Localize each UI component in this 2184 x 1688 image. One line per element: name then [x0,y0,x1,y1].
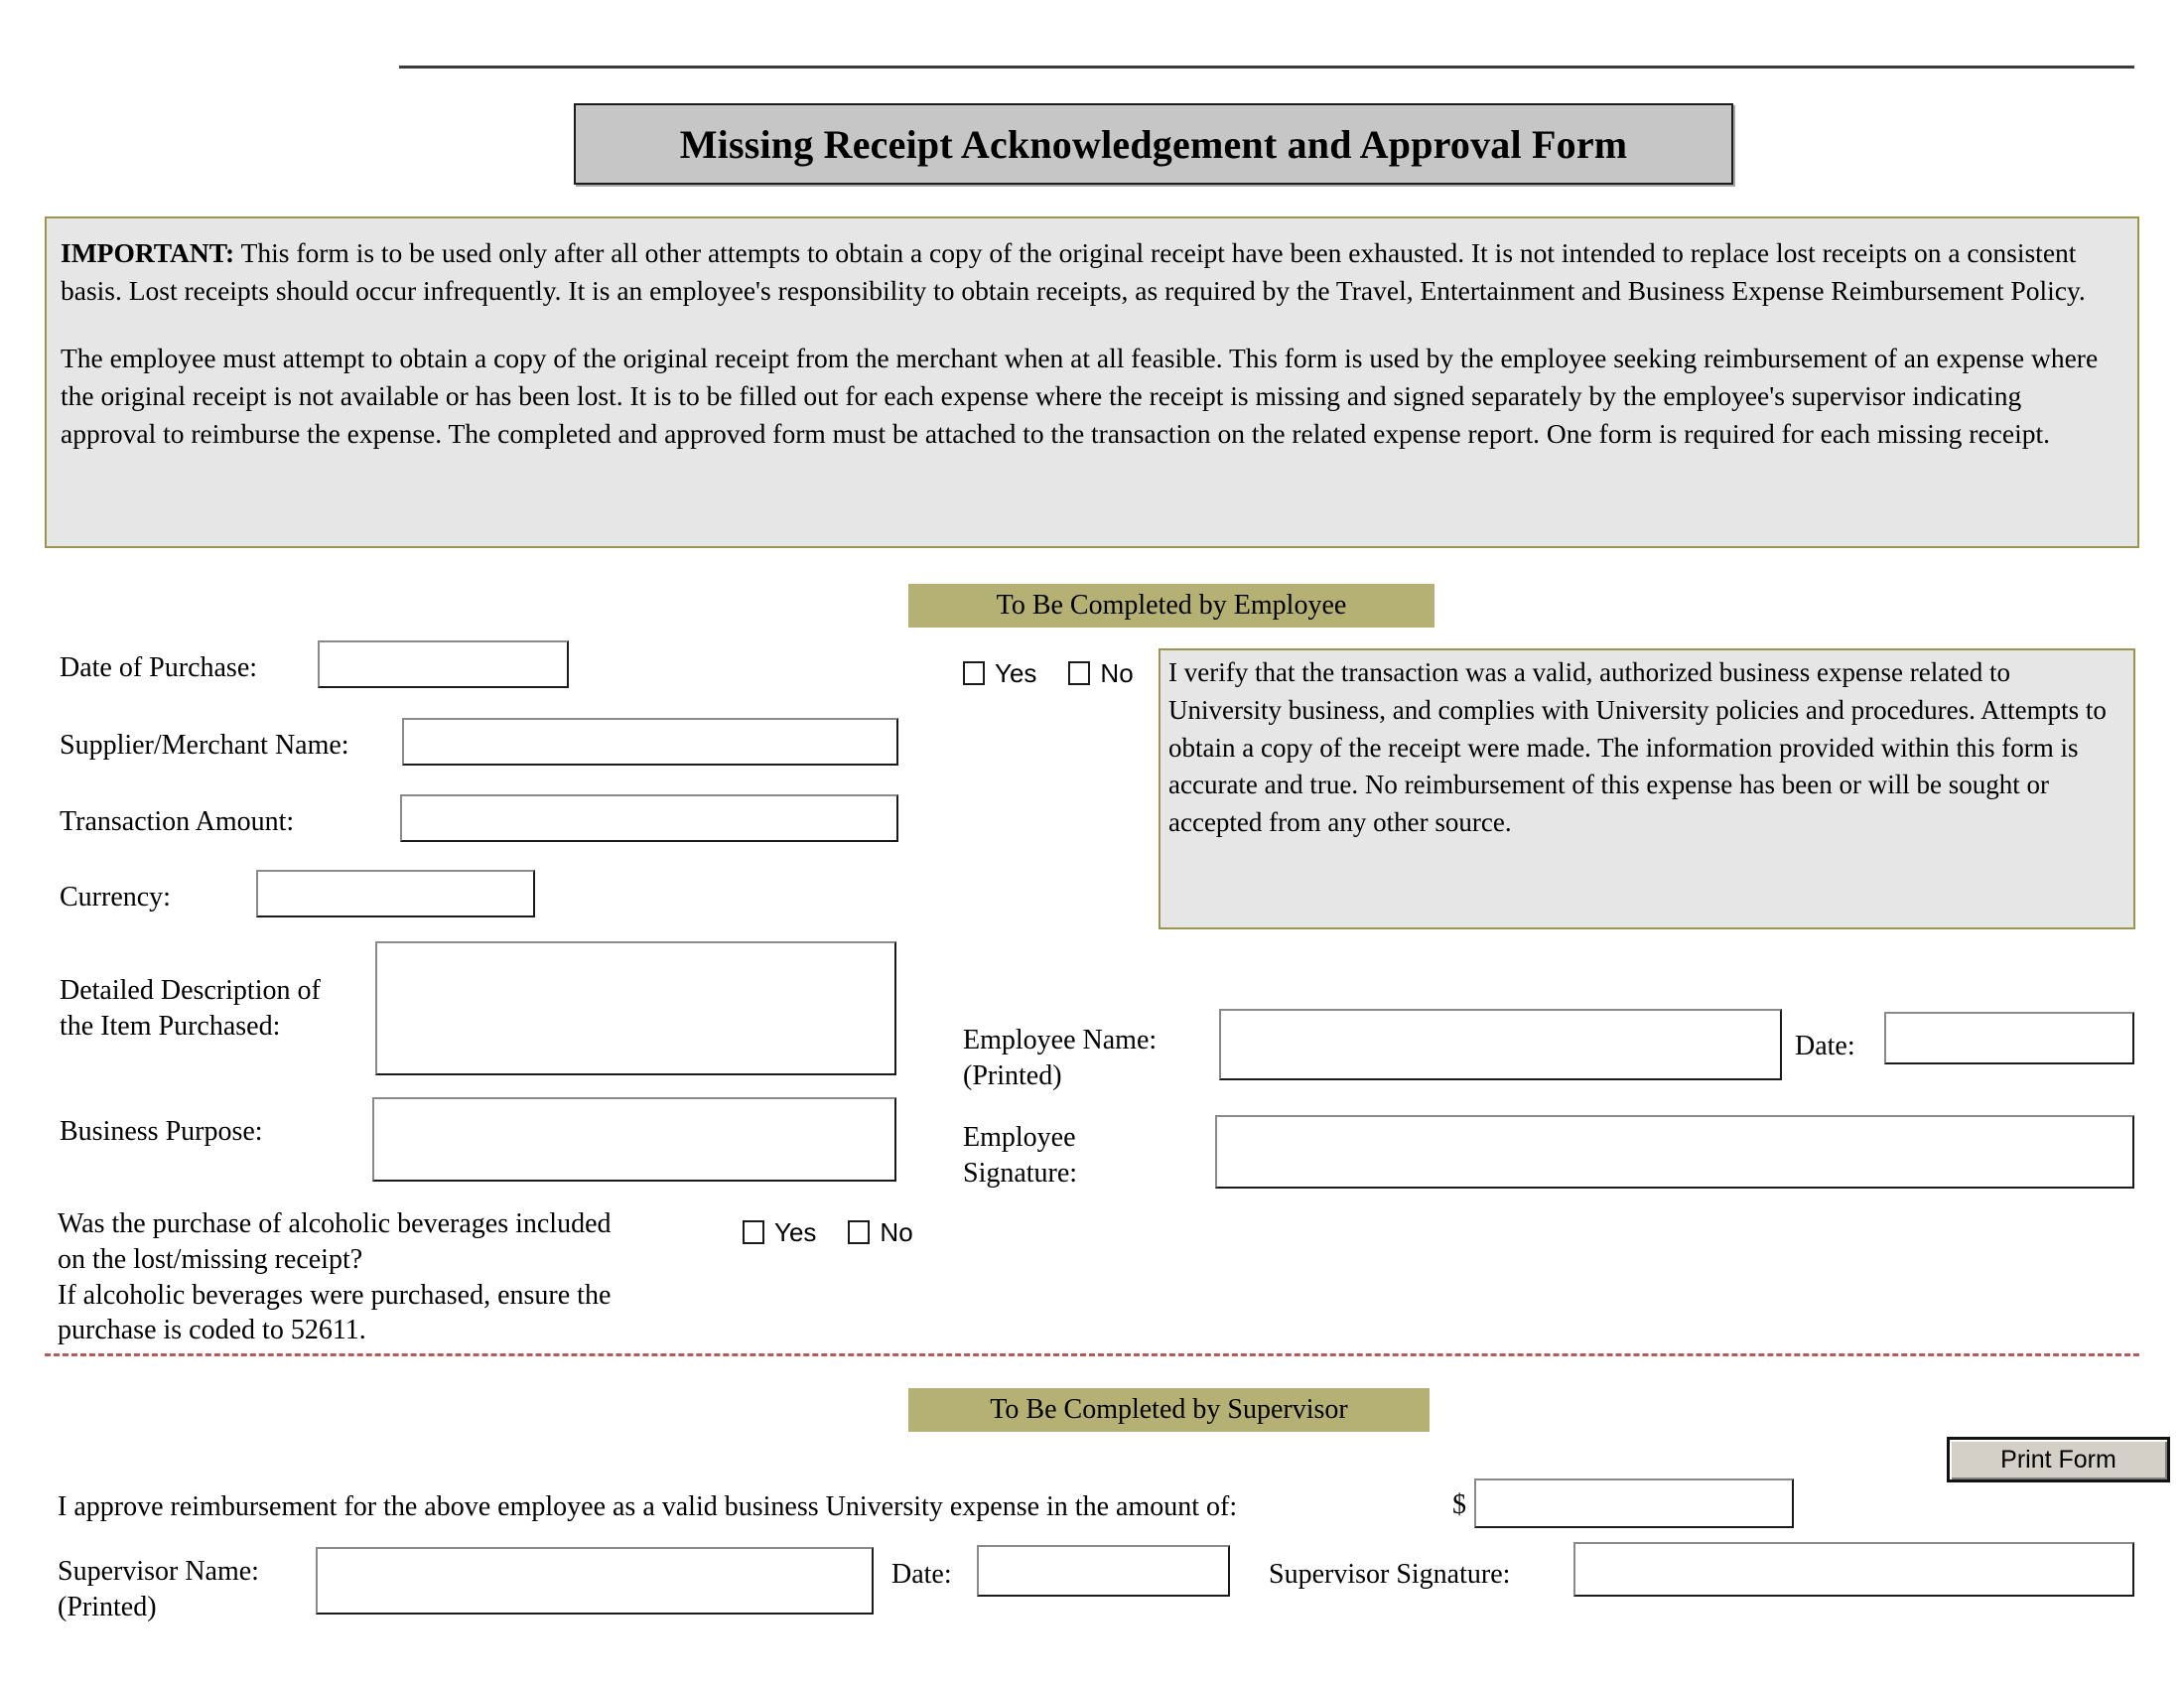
alcohol-question: Was the purchase of alcoholic beverages … [58,1206,752,1348]
employee-name-label-line2: (Printed) [963,1059,1062,1091]
section-banner-supervisor: To Be Completed by Supervisor [908,1388,1430,1432]
detailed-description-label: Detailed Description of the Item Purchas… [60,973,357,1045]
transaction-amount-input[interactable] [400,794,898,842]
notice-paragraph-1: IMPORTANT: This form is to be used only … [61,234,2123,310]
approved-amount-input[interactable] [1474,1478,1794,1528]
page-title: Missing Receipt Acknowledgement and Appr… [679,121,1628,167]
currency-symbol-label: $ [1452,1489,1466,1520]
employee-date-label: Date: [1795,1031,1855,1061]
section-banner-supervisor-label: To Be Completed by Supervisor [990,1394,1348,1425]
approval-statement: I approve reimbursement for the above em… [58,1491,1238,1522]
employee-name-label-line1: Employee Name: [963,1025,1158,1055]
notice-lead-label: IMPORTANT: [61,237,235,268]
header-rule [399,66,2134,69]
employee-date-input[interactable] [1884,1012,2134,1064]
supplier-merchant-name-label: Supplier/Merchant Name: [60,730,349,761]
employee-name-input[interactable] [1219,1009,1782,1080]
employee-signature-label-line2: Signature: [963,1157,1078,1189]
detailed-description-label-line1: Detailed Description of [60,975,321,1006]
print-form-button-label: Print Form [2000,1445,2116,1474]
verification-no-checkbox[interactable] [1068,661,1091,685]
business-purpose-input[interactable] [372,1097,896,1182]
alcohol-question-line2: on the lost/missing receipt? [58,1243,363,1275]
verification-yesno-group: Yes No [963,660,1134,686]
alcohol-yes-label: Yes [774,1217,817,1247]
currency-input[interactable] [256,870,535,917]
alcohol-note-line1: If alcoholic beverages were purchased, e… [58,1279,612,1311]
section-banner-employee: To Be Completed by Employee [908,584,1434,628]
form-title-box: Missing Receipt Acknowledgement and Appr… [574,103,1733,185]
date-of-purchase-input[interactable] [318,640,569,688]
detailed-description-label-line2: the Item Purchased: [60,1010,281,1042]
transaction-amount-label: Transaction Amount: [60,806,295,837]
detailed-description-input[interactable] [375,941,896,1075]
supervisor-name-input[interactable] [316,1547,874,1615]
employee-name-label: Employee Name: (Printed) [963,1023,1241,1094]
supervisor-name-label-line1: Supervisor Name: [58,1556,259,1587]
notice-paragraph-1-text: This form is to be used only after all o… [61,237,2086,306]
supplier-merchant-name-input[interactable] [402,718,898,766]
alcohol-question-line1: Was the purchase of alcoholic beverages … [58,1208,612,1239]
section-banner-employee-label: To Be Completed by Employee [996,590,1347,621]
verification-no-label: No [1100,658,1134,688]
alcohol-yesno-group: Yes No [743,1219,913,1245]
print-form-button[interactable]: Print Form [1947,1437,2170,1482]
business-purpose-label: Business Purpose: [60,1116,263,1147]
supervisor-date-input[interactable] [977,1545,1230,1597]
supervisor-name-label: Supervisor Name: (Printed) [58,1554,316,1625]
notice-paragraph-2: The employee must attempt to obtain a co… [61,342,2099,449]
verification-yes-checkbox[interactable] [963,661,985,685]
alcohol-no-checkbox[interactable] [848,1220,871,1244]
currency-label: Currency: [60,882,171,913]
alcohol-note-line2: purchase is coded to 52611. [58,1315,366,1346]
employee-signature-input[interactable] [1215,1115,2134,1189]
alcohol-no-label: No [880,1217,913,1247]
section-divider [45,1353,2139,1356]
supervisor-date-label: Date: [891,1559,952,1590]
supervisor-signature-label: Supervisor Signature: [1269,1559,1511,1590]
verification-statement-text: I verify that the transaction was a vali… [1168,657,2107,838]
verification-statement-box: I verify that the transaction was a vali… [1159,648,2135,929]
verification-yes-label: Yes [995,658,1037,688]
date-of-purchase-label: Date of Purchase: [60,652,258,683]
alcohol-yes-checkbox[interactable] [743,1220,764,1244]
important-notice: IMPORTANT: This form is to be used only … [45,216,2139,548]
supervisor-name-label-line2: (Printed) [58,1591,157,1622]
employee-signature-label: Employee Signature: [963,1120,1241,1192]
employee-signature-label-line1: Employee [963,1122,1076,1153]
supervisor-signature-input[interactable] [1573,1542,2134,1597]
